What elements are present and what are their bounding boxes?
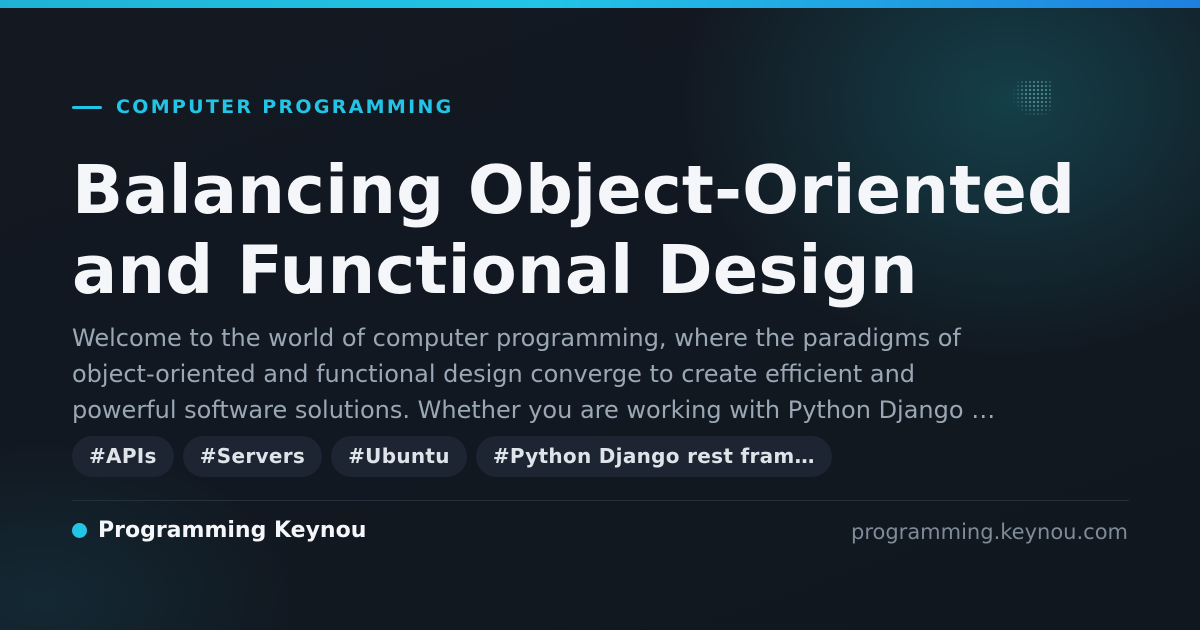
og-card: COMPUTER PROGRAMMING Balancing Object-Or… (0, 0, 1200, 630)
site-domain: programming.keynou.com (851, 520, 1128, 544)
page-title: Balancing Object-Oriented and Functional… (72, 150, 1152, 310)
category-eyebrow: COMPUTER PROGRAMMING (72, 96, 454, 118)
title-line: and Functional Design (72, 231, 918, 309)
title-line: Balancing Object-Oriented (72, 151, 1076, 229)
brand: Programming Keynou (72, 518, 366, 543)
footer-divider (72, 500, 1129, 501)
dot-pattern-decoration (1012, 80, 1052, 116)
tag-list: #APIs #Servers #Ubuntu #Python Django re… (72, 436, 841, 477)
description-line: object-oriented and functional design co… (72, 360, 916, 388)
tag-python-django: #Python Django rest fram… (475, 436, 832, 477)
category-label: COMPUTER PROGRAMMING (116, 96, 454, 118)
tag-apis: #APIs (72, 436, 174, 477)
tag-servers: #Servers (182, 436, 323, 477)
tag-ubuntu: #Ubuntu (331, 436, 467, 477)
eyebrow-line-icon (72, 105, 102, 109)
description-line: Welcome to the world of computer program… (72, 324, 961, 352)
brand-name: Programming Keynou (98, 518, 367, 543)
description-line: powerful software solutions. Whether you… (72, 396, 996, 424)
description: Welcome to the world of computer program… (72, 320, 1132, 428)
accent-top-bar (0, 0, 1200, 8)
brand-dot-icon (72, 523, 87, 538)
